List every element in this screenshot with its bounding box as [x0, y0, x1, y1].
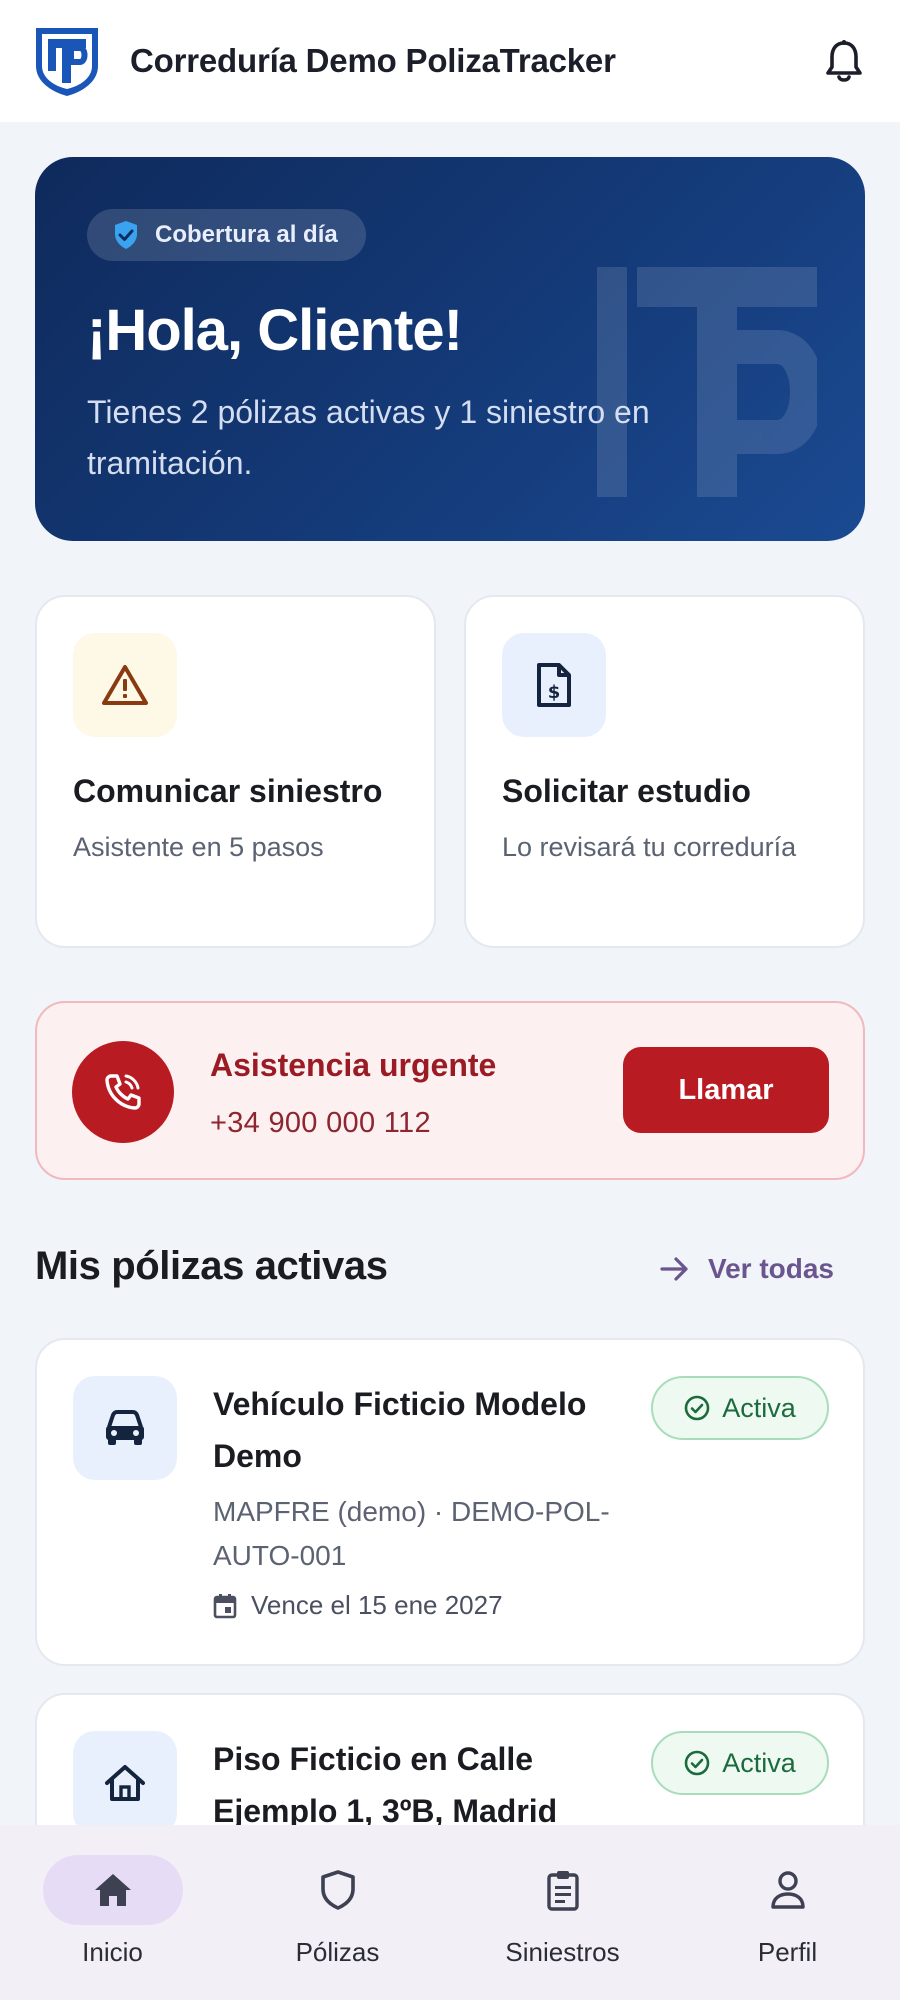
welcome-banner: Cobertura al día ¡Hola, Cliente! Tienes …	[35, 157, 865, 541]
request-study-subtitle: Lo revisará tu correduría	[502, 832, 797, 862]
call-button[interactable]: Llamar	[623, 1047, 829, 1133]
request-study-card[interactable]: $ Solicitar estudio Lo revisará tu corre…	[464, 595, 865, 948]
verified-shield-icon	[115, 221, 137, 249]
home-icon	[73, 1731, 177, 1835]
notifications-bell-icon[interactable]	[822, 37, 866, 85]
report-claim-subtitle: Asistente en 5 pasos	[73, 832, 324, 862]
nav-item-inicio[interactable]: Inicio	[0, 1825, 225, 2000]
active-policies-title: Mis pólizas activas	[35, 1244, 388, 1288]
nav-label: Pólizas	[295, 1937, 380, 1967]
invoice-document-icon: $	[502, 633, 606, 737]
greeting-subtitle: Tienes 2 pólizas activas y 1 siniestro e…	[87, 394, 650, 481]
calendar-icon	[213, 1593, 237, 1618]
check-circle-icon	[684, 1750, 710, 1776]
status-badge-label: Activa	[722, 1747, 796, 1778]
coverage-status-chip: Cobertura al día	[87, 209, 366, 261]
policy-expiry: Vence el 15 ene 2027	[213, 1590, 503, 1621]
clipboard-icon	[493, 1855, 633, 1925]
urgent-assistance-card: Asistencia urgente +34 900 000 112 Llama…	[35, 1001, 865, 1180]
urgent-assistance-title: Asistencia urgente	[210, 1047, 497, 1083]
policy-name: Vehículo Ficticio Modelo Demo	[213, 1386, 587, 1474]
coverage-status-label: Cobertura al día	[155, 221, 338, 248]
nav-label: Siniestros	[505, 1937, 620, 1967]
policy-expiry-label: Vence el 15 ene 2027	[251, 1590, 503, 1620]
warning-triangle-icon	[73, 633, 177, 737]
arrow-right-icon	[660, 1257, 688, 1281]
check-circle-icon	[684, 1395, 710, 1421]
home-icon	[42, 1855, 183, 1925]
status-badge: Activa	[651, 1376, 829, 1440]
policy-card[interactable]: Vehículo Ficticio Modelo Demo MAPFRE (de…	[35, 1338, 865, 1666]
shield-icon	[268, 1855, 408, 1925]
app-bar: Correduría Demo PolizaTracker	[0, 0, 900, 122]
report-claim-title: Comunicar siniestro	[73, 773, 383, 809]
nav-label: Perfil	[757, 1937, 818, 1967]
status-badge-label: Activa	[722, 1392, 796, 1423]
report-claim-card[interactable]: Comunicar siniestro Asistente en 5 pasos	[35, 595, 436, 948]
nav-item-perfil[interactable]: Perfil	[675, 1825, 900, 2000]
see-all-label: Ver todas	[707, 1253, 834, 1284]
greeting-title: ¡Hola, Cliente!	[87, 298, 463, 363]
car-icon	[73, 1376, 177, 1480]
nav-item-polizas[interactable]: Pólizas	[225, 1825, 450, 2000]
nav-item-siniestros[interactable]: Siniestros	[450, 1825, 675, 2000]
request-study-title: Solicitar estudio	[502, 773, 751, 809]
policy-name: Piso Ficticio en Calle Ejemplo 1, 3ºB, M…	[213, 1741, 558, 1829]
status-badge: Activa	[651, 1731, 829, 1795]
brand-logo-icon	[36, 28, 98, 96]
nav-label: Inicio	[82, 1937, 143, 1967]
phone-call-icon	[72, 1041, 174, 1143]
urgent-phone-number[interactable]: +34 900 000 112	[210, 1107, 431, 1140]
bottom-navigation: Inicio Pólizas Siniestros Perfil	[0, 1825, 900, 2000]
svg-text:$: $	[548, 682, 561, 703]
app-title: Correduría Demo PolizaTracker	[130, 42, 616, 79]
policy-insurer-number: MAPFRE (demo) · DEMO-POL-AUTO-001	[213, 1496, 610, 1571]
person-icon	[718, 1855, 858, 1925]
see-all-policies-link[interactable]: Ver todas	[660, 1253, 834, 1285]
